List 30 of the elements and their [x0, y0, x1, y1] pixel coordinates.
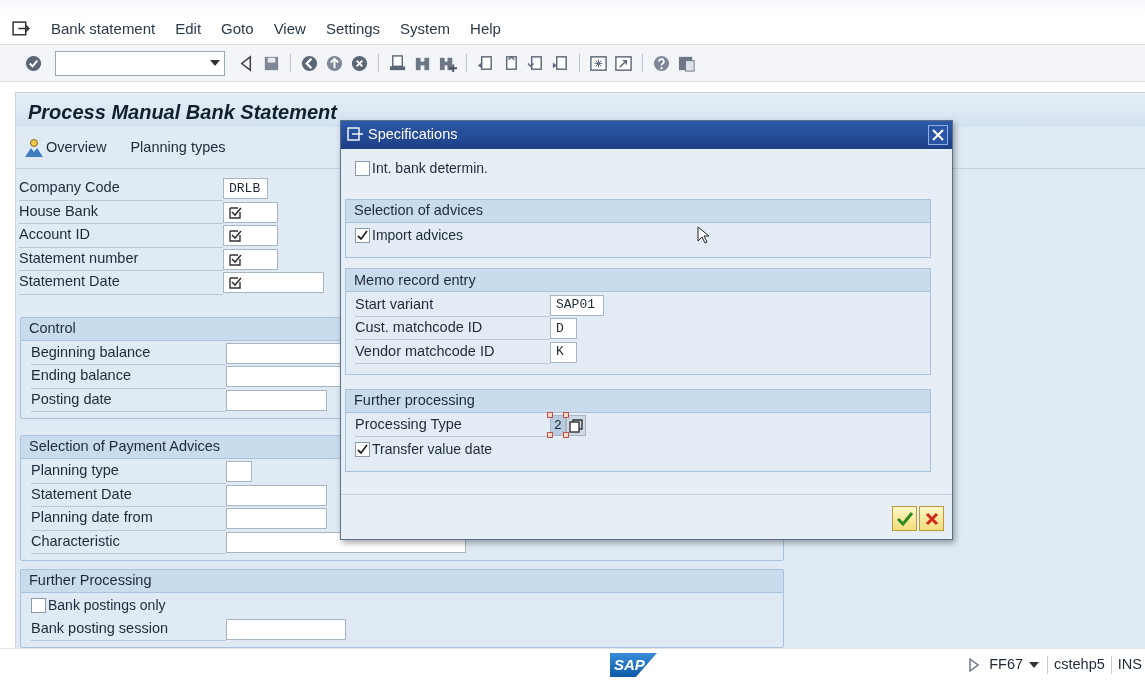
group-title: Selection of advices [346, 199, 930, 223]
checkbox-label: Int. bank determin. [372, 158, 488, 178]
field-label: Statement Date [31, 483, 226, 507]
field-label: Planning date from [31, 507, 226, 531]
server-name: cstehp5 [1054, 655, 1105, 675]
field-label: Characteristic [31, 530, 226, 554]
field-label: Bank posting session [31, 617, 226, 641]
field-label: Statement Date [19, 271, 223, 295]
field-label: Vendor matchcode ID [355, 340, 550, 364]
sap-logo: SAP [610, 653, 657, 677]
field-label: Start variant [355, 293, 550, 317]
field-label: Statement number [19, 247, 223, 271]
section-title: Further Processing [21, 570, 783, 593]
checkbox-label: Transfer value date [372, 439, 493, 459]
checkbox-label: Bank postings only [48, 596, 166, 616]
input-mode: INS [1117, 655, 1142, 675]
page-title: Process Manual Bank Statement [16, 93, 1145, 127]
field-label: House Bank [19, 200, 223, 224]
field-label: Posting date [31, 388, 226, 412]
field-label: Account ID [19, 224, 223, 248]
dialog-title: Specifications [368, 125, 458, 144]
group-title: Further processing [346, 389, 930, 413]
checkbox-label: Import advices [372, 226, 464, 246]
field-label: Company Code [19, 177, 223, 201]
transaction-code: FF67 [989, 655, 1024, 675]
group-title: Memo record entry [346, 269, 930, 293]
field-label: Ending balance [31, 365, 226, 389]
field-label: Planning type [31, 460, 226, 484]
field-label: Beginning balance [31, 341, 226, 365]
field-label: Cust. matchcode ID [355, 316, 550, 341]
